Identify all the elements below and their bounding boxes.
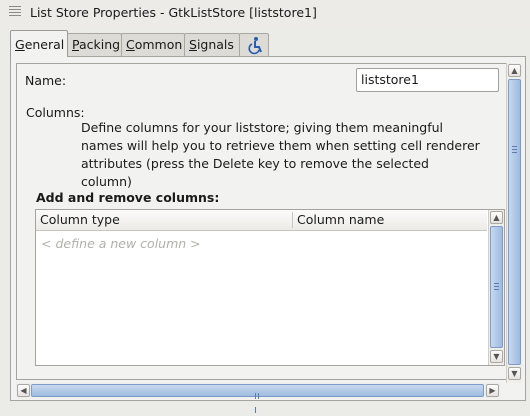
table-vertical-scrollbar[interactable]: ▲ ▼ bbox=[488, 210, 504, 365]
add-remove-columns-heading: Add and remove columns: bbox=[36, 190, 220, 205]
tab-general-label: eneral bbox=[24, 37, 65, 52]
tab-signals[interactable]: Signals bbox=[184, 33, 240, 56]
columns-table[interactable]: Column type Column name < define a new c… bbox=[35, 209, 505, 366]
page-hscroll-thumb[interactable] bbox=[31, 384, 484, 413]
define-new-column-row[interactable]: < define a new column > bbox=[41, 236, 201, 251]
hscroll-grip-icon bbox=[255, 388, 263, 413]
tab-general[interactable]: General bbox=[10, 30, 68, 57]
tab-packing-mnemonic: P bbox=[72, 37, 79, 52]
column-type-header[interactable]: Column type bbox=[36, 210, 293, 230]
page-scroll-down-icon[interactable]: ▼ bbox=[508, 367, 521, 380]
scroll-up-icon[interactable]: ▲ bbox=[490, 211, 503, 224]
tab-common[interactable]: Common bbox=[121, 33, 185, 56]
scroll-down-icon[interactable]: ▼ bbox=[490, 350, 503, 363]
accessibility-icon bbox=[248, 37, 262, 55]
columns-label: Columns: bbox=[26, 105, 85, 120]
page-grip-icon bbox=[512, 146, 517, 155]
columns-description: Define columns for your liststore; givin… bbox=[81, 120, 480, 189]
column-name-header[interactable]: Column name bbox=[293, 210, 487, 230]
general-page: Name: liststore1 Columns: Define columns… bbox=[16, 63, 521, 380]
tab-packing-label: acking bbox=[78, 37, 121, 52]
tab-signals-label: ignals bbox=[196, 37, 234, 52]
name-field[interactable]: liststore1 bbox=[356, 68, 499, 92]
page-scroll-thumb[interactable] bbox=[508, 79, 521, 365]
window-title: List Store Properties - GtkListStore [li… bbox=[30, 5, 317, 20]
scroll-right-icon[interactable]: ▶ bbox=[486, 384, 499, 397]
tab-signals-mnemonic: S bbox=[189, 37, 197, 52]
tab-packing[interactable]: Packing bbox=[67, 33, 122, 56]
properties-notebook: Name: liststore1 Columns: Define columns… bbox=[10, 56, 526, 413]
scroll-left-icon[interactable]: ◀ bbox=[17, 384, 30, 397]
tab-accessibility[interactable] bbox=[239, 33, 269, 56]
table-scroll-thumb[interactable] bbox=[490, 226, 503, 348]
tab-common-mnemonic: C bbox=[126, 37, 135, 52]
page-vertical-scrollbar[interactable]: ▲ ▼ bbox=[506, 63, 522, 383]
tab-common-label: ommon bbox=[134, 37, 183, 52]
grip-icon bbox=[494, 283, 499, 292]
drag-handle-icon[interactable] bbox=[9, 6, 21, 20]
table-header: Column type Column name bbox=[36, 210, 487, 231]
page-scroll-up-icon[interactable]: ▲ bbox=[508, 64, 521, 77]
title-bar: List Store Properties - GtkListStore [li… bbox=[0, 0, 530, 27]
tab-general-mnemonic: G bbox=[15, 37, 25, 52]
name-label: Name: bbox=[25, 73, 67, 88]
page-horizontal-scrollbar[interactable]: ◀ ▶ bbox=[16, 383, 500, 413]
